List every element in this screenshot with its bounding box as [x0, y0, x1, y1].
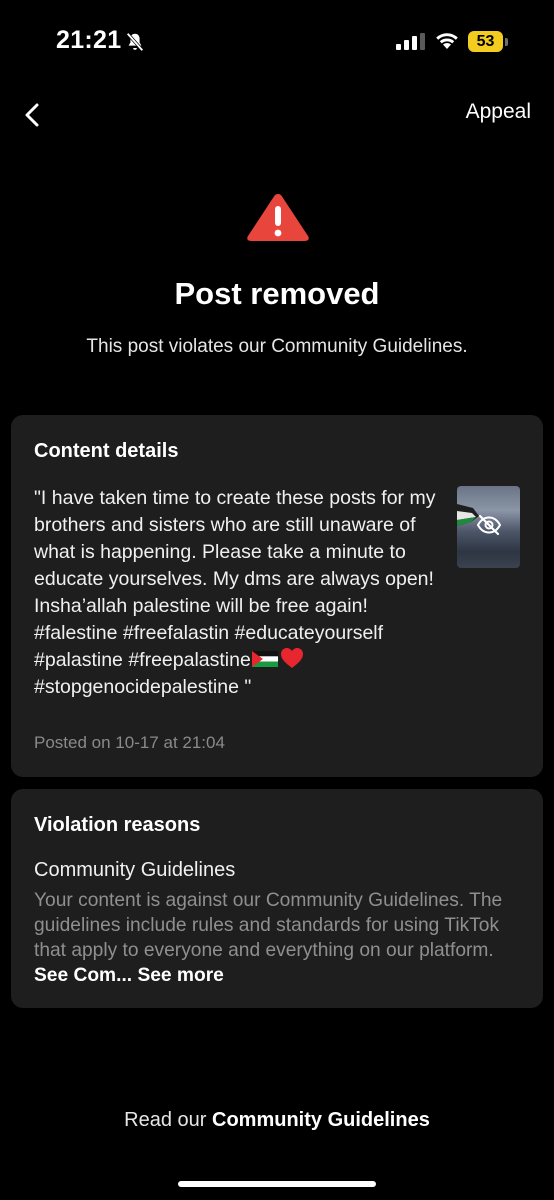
community-guidelines-link[interactable]: Community Guidelines [212, 1109, 430, 1131]
post-caption-end: #stopgenocidepalestine " [34, 676, 252, 698]
status-bar: 21:21 53 [0, 0, 554, 84]
battery-indicator: 53 [468, 29, 510, 53]
red-heart-icon [280, 648, 303, 668]
status-time: 21:21 [56, 26, 122, 54]
post-caption-text: "I have taken time to create these posts… [34, 487, 441, 671]
footer-prefix: Read our [124, 1109, 207, 1131]
post-caption: "I have taken time to create these posts… [34, 485, 442, 701]
top-nav: Appeal [0, 90, 554, 140]
reason-description: Your content is against our Community Gu… [34, 888, 524, 988]
violation-reasons-title: Violation reasons [34, 814, 201, 836]
eye-slash-icon [476, 514, 502, 536]
post-thumbnail[interactable] [457, 486, 520, 568]
content-details-title: Content details [34, 440, 179, 462]
see-more-button[interactable]: See more [137, 965, 223, 986]
chevron-left-icon[interactable] [18, 100, 46, 130]
wifi-icon [436, 33, 458, 49]
appeal-button[interactable]: Appeal [466, 100, 531, 124]
page-subtitle: This post violates our Community Guideli… [86, 336, 468, 357]
page-title: Post removed [174, 276, 380, 311]
truncated-guideline-link: See Com... [34, 965, 133, 986]
battery-level: 53 [468, 31, 503, 52]
footer-read-guidelines: Read our Community Guidelines [0, 1109, 554, 1132]
reason-name: Community Guidelines [34, 859, 236, 881]
bell-off-icon [126, 32, 144, 52]
battery-cap [505, 38, 508, 46]
palestine-flag-icon [251, 651, 278, 667]
content-details-card: Content details "I have taken time to cr… [11, 415, 543, 777]
reason-description-text: Your content is against our Community Gu… [34, 890, 503, 961]
cellular-signal-icon [396, 33, 425, 50]
violation-reasons-card: Violation reasons Community Guidelines Y… [11, 789, 543, 1008]
home-indicator[interactable] [178, 1181, 376, 1187]
posted-on-timestamp: Posted on 10-17 at 21:04 [34, 733, 225, 752]
warning-triangle-icon [247, 194, 309, 241]
